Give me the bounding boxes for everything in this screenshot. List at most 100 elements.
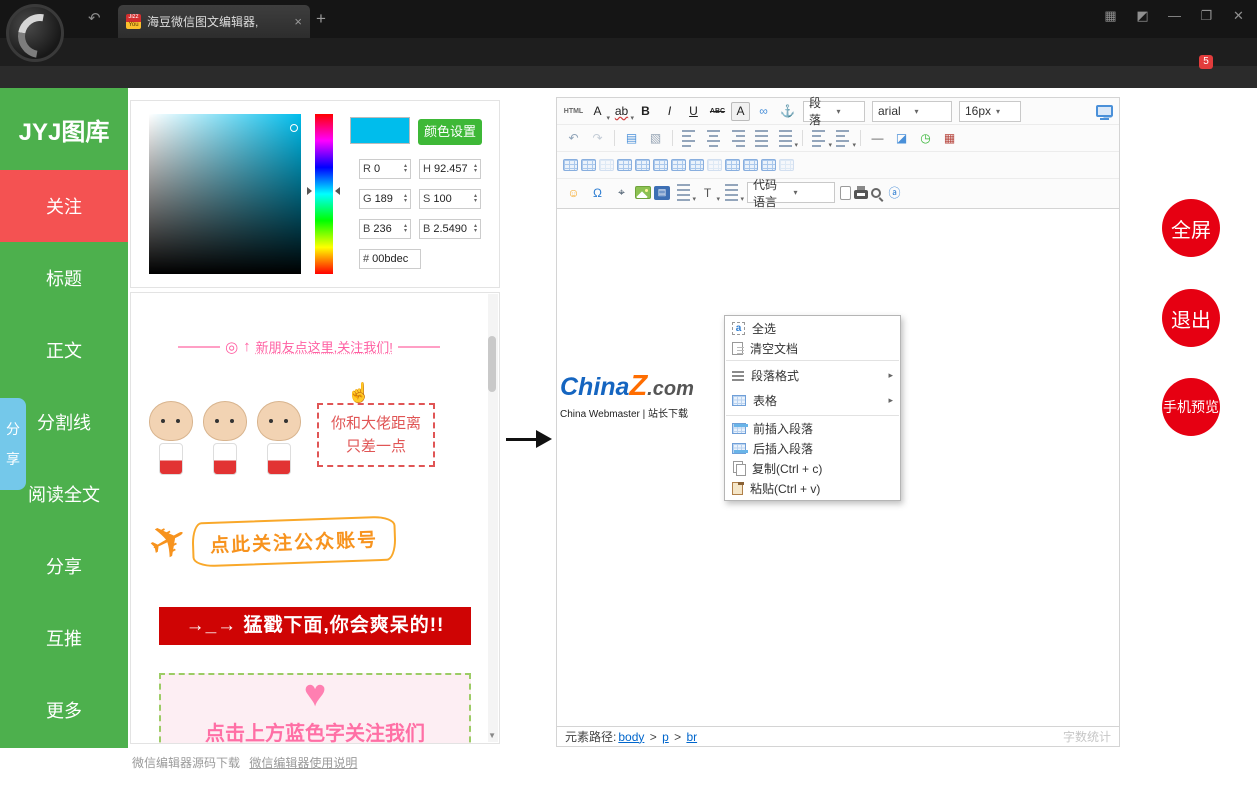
editor-canvas[interactable]: ChinaZ.com China Webmaster | 站长下载 a全选清空文… bbox=[556, 209, 1120, 726]
link-icon[interactable]: ∞ bbox=[753, 101, 774, 122]
menu-item-paragraph-format[interactable]: 段落格式▸ bbox=[725, 363, 900, 388]
stepper-icon[interactable]: ▴▾ bbox=[404, 224, 407, 234]
source-download-link[interactable]: 微信编辑器源码下载 bbox=[132, 756, 240, 770]
align-left-icon[interactable] bbox=[679, 128, 700, 149]
hsb-field-0[interactable]: H92.457▴▾ bbox=[419, 159, 481, 179]
indent-icon[interactable]: T▾ bbox=[697, 182, 718, 203]
browser-tab[interactable]: JizzYou 海豆微信图文编辑器, × bbox=[118, 5, 310, 38]
fullscreen-monitor-icon[interactable] bbox=[1096, 105, 1113, 117]
scroll-down-icon[interactable]: ▼ bbox=[488, 731, 496, 740]
code-language-select[interactable]: 代码语言▾ bbox=[747, 182, 835, 203]
sidebar-item-mutual-push[interactable]: 互推 bbox=[0, 602, 128, 674]
new-doc-icon[interactable] bbox=[840, 186, 851, 200]
float-button-exit[interactable]: 退出 bbox=[1162, 289, 1220, 347]
merge-cells-icon[interactable] bbox=[689, 159, 704, 171]
sidebar-item-body[interactable]: 正文 bbox=[0, 314, 128, 386]
bold-icon[interactable]: B bbox=[635, 101, 656, 122]
field-value[interactable]: 0 bbox=[374, 163, 402, 175]
paste-filter-icon[interactable]: ▤ bbox=[621, 128, 642, 149]
field-value[interactable]: 92.457 bbox=[434, 163, 472, 175]
browser-logo-icon[interactable] bbox=[6, 4, 64, 62]
stepper-icon[interactable]: ▴▾ bbox=[404, 194, 407, 204]
hsb-field-2[interactable]: B2.5490▴▾ bbox=[419, 219, 481, 239]
insert-row-icon[interactable] bbox=[617, 159, 632, 171]
delete-column-icon[interactable] bbox=[671, 159, 686, 171]
hex-field[interactable]: # 00bdec bbox=[359, 249, 421, 269]
menu-item-insert-paragraph-before[interactable]: 前插入段落 bbox=[725, 418, 900, 438]
saturation-area[interactable] bbox=[149, 114, 301, 274]
date-icon[interactable]: ▦ bbox=[939, 128, 960, 149]
hex-value[interactable]: 00bdec bbox=[372, 253, 417, 265]
titlebar-back-icon[interactable]: ↶ bbox=[88, 9, 101, 27]
stepper-icon[interactable]: ▴▾ bbox=[474, 224, 477, 234]
anchor-icon[interactable]: ⚓ bbox=[777, 101, 798, 122]
align-center-icon[interactable] bbox=[703, 128, 724, 149]
paragraph-spacing-icon[interactable]: ▾ bbox=[721, 182, 742, 203]
skin-icon[interactable]: ◩ bbox=[1134, 8, 1151, 24]
print-icon[interactable] bbox=[854, 190, 868, 199]
menu-item-table[interactable]: 表格▸ bbox=[725, 388, 900, 413]
maximize-icon[interactable]: ❐ bbox=[1198, 8, 1215, 24]
scrollbar-thumb[interactable] bbox=[488, 336, 496, 392]
split-columns-icon[interactable] bbox=[761, 159, 776, 171]
align-right-icon[interactable] bbox=[727, 128, 748, 149]
paragraph-select[interactable]: 段落▾ bbox=[803, 101, 865, 122]
minimize-icon[interactable]: — bbox=[1166, 8, 1183, 24]
field-value[interactable]: 100 bbox=[433, 193, 472, 205]
horizontal-rule-icon[interactable]: — bbox=[867, 128, 888, 149]
field-value[interactable]: 236 bbox=[373, 223, 402, 235]
rgb-field-g[interactable]: G189▴▾ bbox=[359, 189, 411, 209]
close-icon[interactable]: ✕ bbox=[1230, 8, 1247, 24]
table-sort-icon[interactable] bbox=[779, 159, 794, 171]
search-replace-icon[interactable]: ⌖ bbox=[611, 182, 632, 203]
stepper-icon[interactable]: ▴▾ bbox=[404, 164, 407, 174]
underline-icon[interactable]: U bbox=[683, 101, 704, 122]
float-button-mobile-preview[interactable]: 手机预览 bbox=[1162, 378, 1220, 436]
preview-icon[interactable] bbox=[871, 188, 881, 198]
html-source-icon[interactable]: HTML bbox=[563, 101, 584, 122]
field-value[interactable]: 189 bbox=[375, 193, 402, 205]
element-path-p[interactable]: p bbox=[662, 730, 669, 744]
line-height-icon[interactable]: ▾ bbox=[775, 128, 796, 149]
color-settings-button[interactable]: 颜色设置 bbox=[418, 119, 482, 145]
stepper-icon[interactable]: ▴▾ bbox=[474, 194, 477, 204]
format-brush-icon[interactable]: ▧ bbox=[645, 128, 666, 149]
strikethrough-icon[interactable]: ABC bbox=[707, 101, 728, 122]
merge-right-icon[interactable] bbox=[707, 159, 722, 171]
font-size-select[interactable]: 16px▾ bbox=[959, 101, 1021, 122]
menu-item-select-all[interactable]: a全选 bbox=[725, 318, 900, 338]
merge-down-icon[interactable] bbox=[725, 159, 740, 171]
ordered-list-icon[interactable]: ▾ bbox=[809, 128, 830, 149]
sidebar-item-follow[interactable]: 关注 bbox=[0, 170, 128, 242]
special-char-icon[interactable]: Ω bbox=[587, 182, 608, 203]
template-follow-header[interactable]: ◎ ↑ 新朋友点这里,关注我们! bbox=[131, 337, 487, 356]
stepper-icon[interactable]: ▴▾ bbox=[474, 164, 477, 174]
undo-icon[interactable]: ↶ bbox=[563, 128, 584, 149]
rgb-field-b[interactable]: B236▴▾ bbox=[359, 219, 411, 239]
usage-doc-link[interactable]: 微信编辑器使用说明 bbox=[249, 756, 357, 770]
emotion-icon[interactable]: ☺ bbox=[563, 182, 584, 203]
element-path-body[interactable]: body bbox=[618, 730, 644, 744]
time-icon[interactable]: ◷ bbox=[915, 128, 936, 149]
insert-image-icon[interactable] bbox=[635, 186, 651, 199]
sidebar-item-title[interactable]: 标题 bbox=[0, 242, 128, 314]
tab-close-icon[interactable]: × bbox=[294, 14, 302, 29]
share-side-tab[interactable]: 分享 bbox=[0, 398, 26, 490]
element-path-br[interactable]: br bbox=[686, 730, 697, 744]
field-value[interactable]: 2.5490 bbox=[433, 223, 472, 235]
delete-table-icon[interactable] bbox=[599, 159, 614, 171]
menu-item-paste[interactable]: 粘贴(Ctrl + v) bbox=[725, 478, 900, 498]
sidebar-item-share[interactable]: 分享 bbox=[0, 530, 128, 602]
split-rows-icon[interactable] bbox=[743, 159, 758, 171]
align-justify-icon[interactable] bbox=[751, 128, 772, 149]
bullet-list-icon[interactable]: ▾ bbox=[833, 128, 854, 149]
menu-item-clear-doc[interactable]: 清空文档 bbox=[725, 338, 900, 358]
float-button-fullscreen[interactable]: 全屏 bbox=[1162, 199, 1220, 257]
hsb-field-1[interactable]: S100▴▾ bbox=[419, 189, 481, 209]
hue-slider[interactable] bbox=[315, 114, 333, 274]
template-red-banner[interactable]: →_→ 猛戳下面,你会爽呆的!! bbox=[159, 607, 471, 645]
panels-icon[interactable]: ▦ bbox=[1102, 8, 1119, 24]
sidebar-item-more[interactable]: 更多 bbox=[0, 674, 128, 746]
template-cartoon[interactable]: ☝ 你和大佬距离 只差一点 bbox=[145, 395, 485, 477]
scrollbar-track[interactable]: ▼ bbox=[488, 294, 498, 742]
